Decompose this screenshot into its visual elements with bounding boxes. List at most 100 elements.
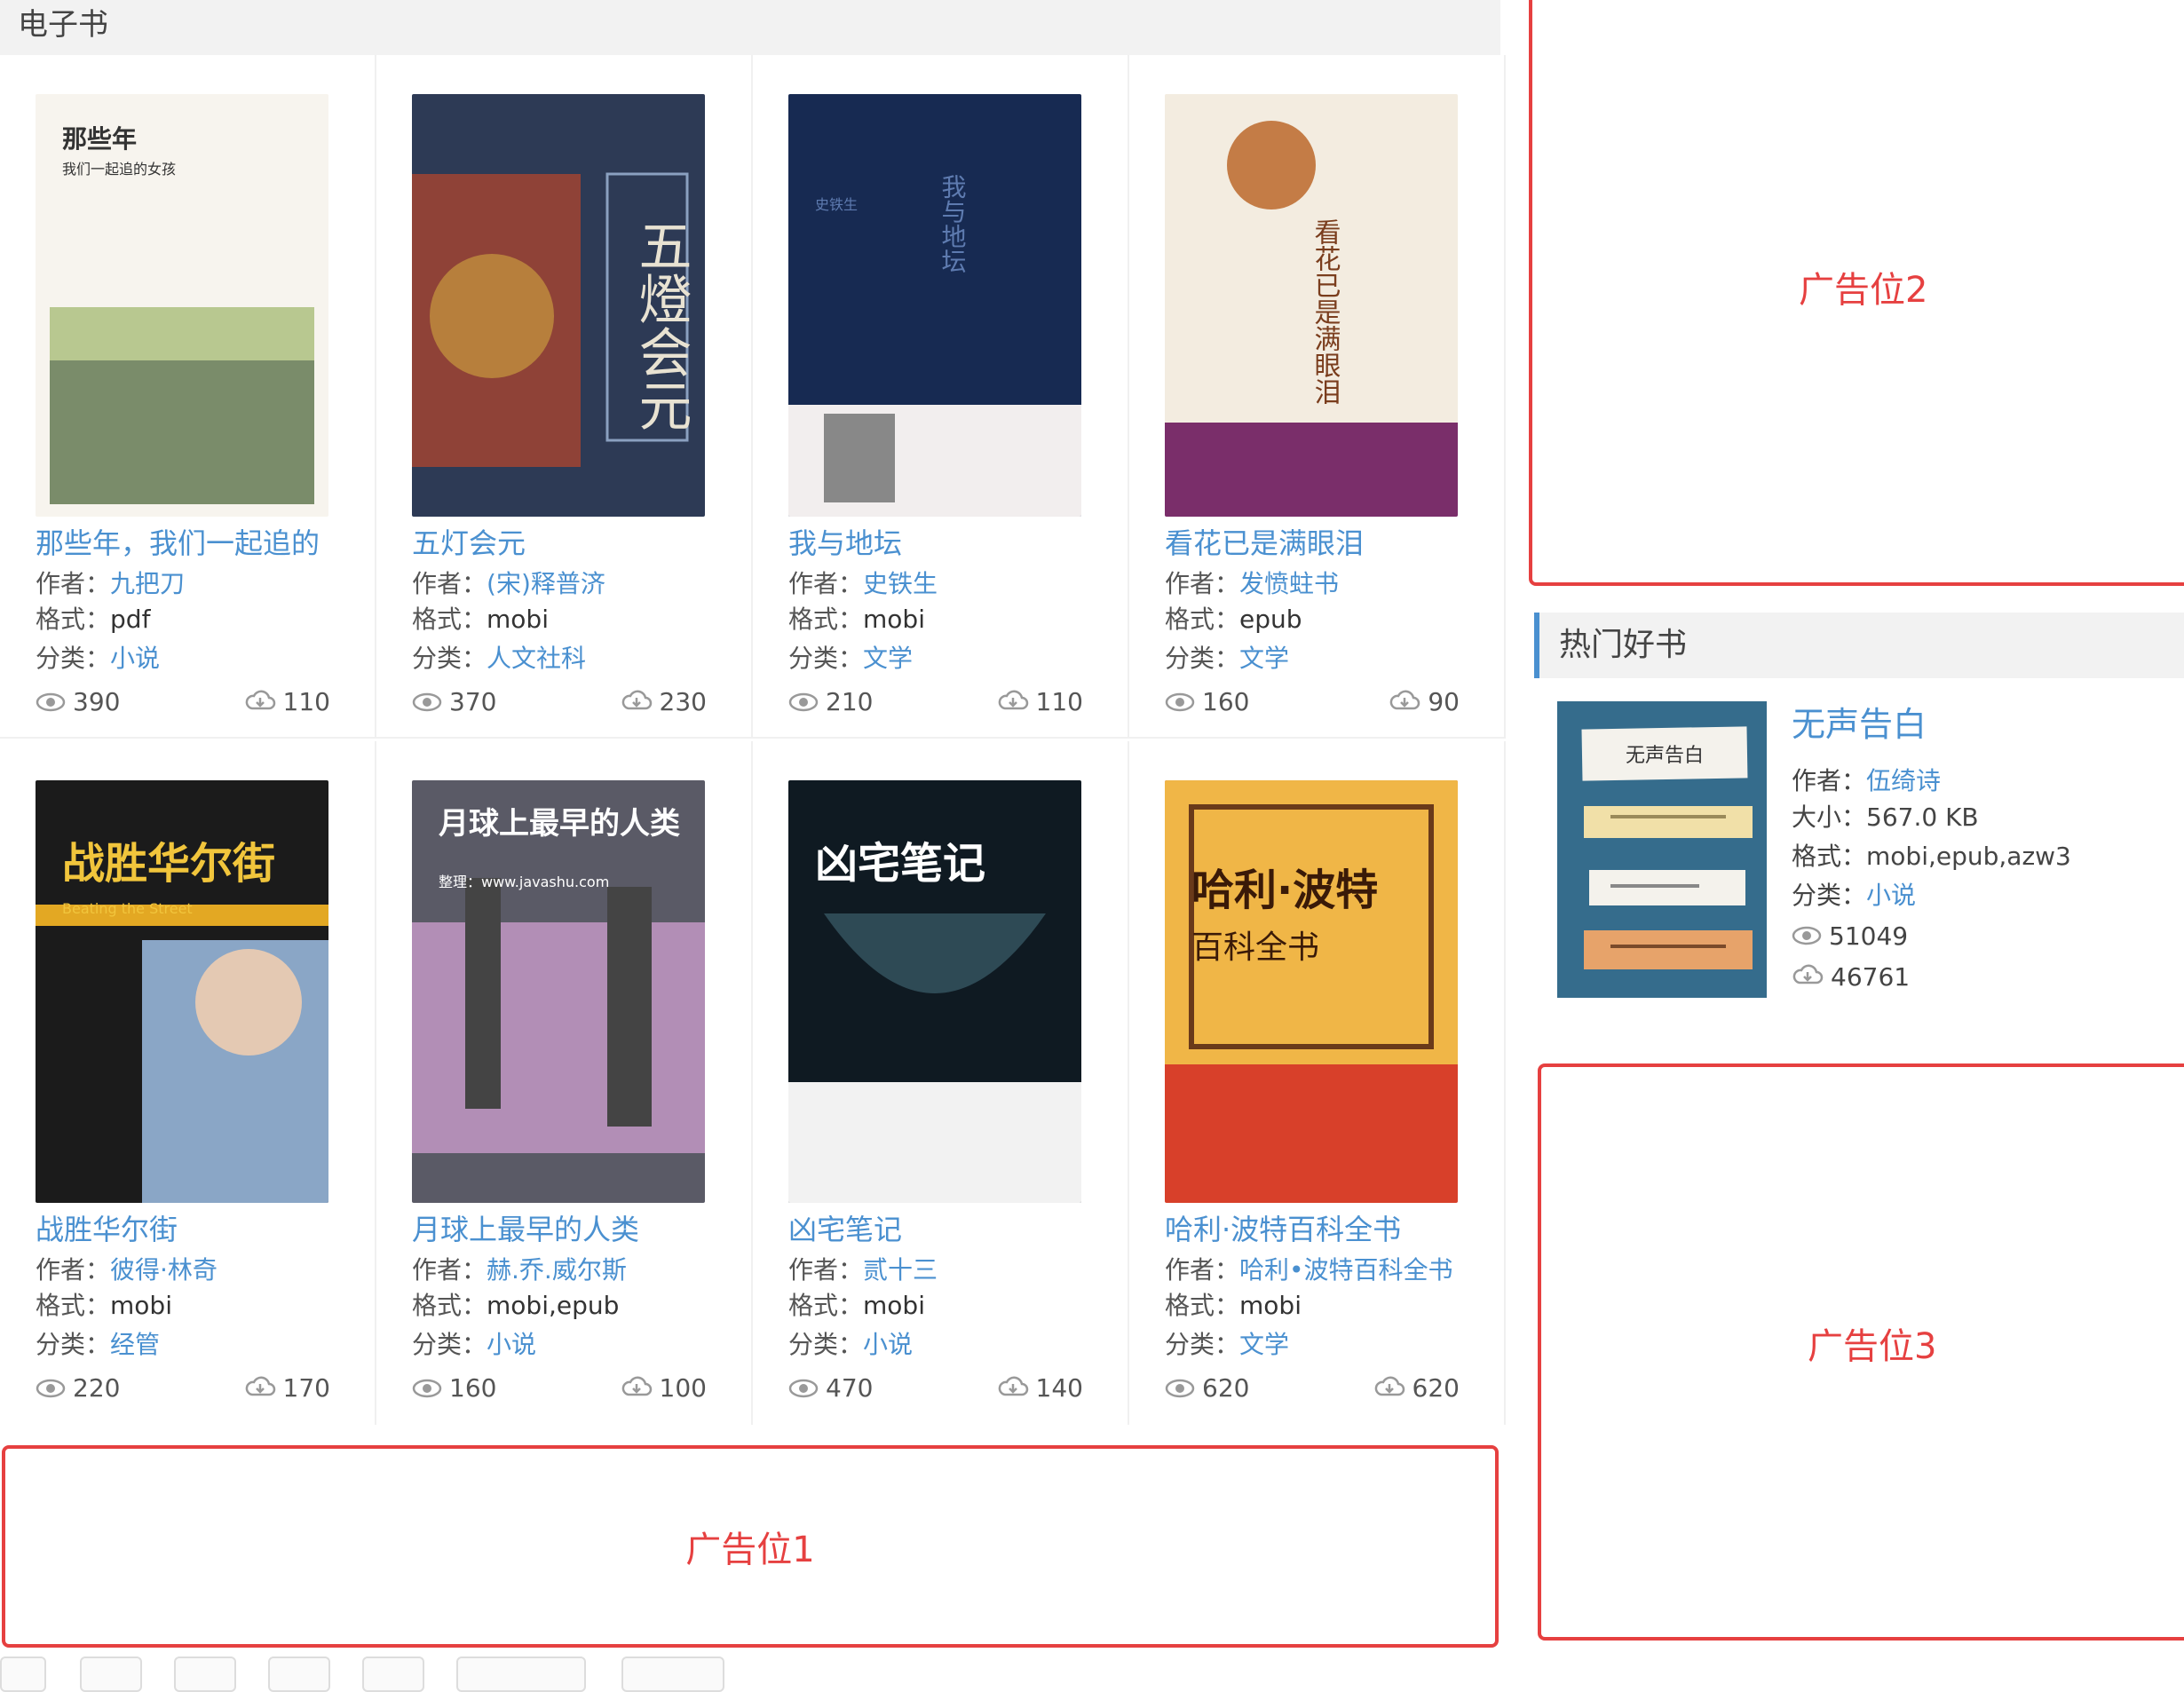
author-link[interactable]: 发愤蛀书 xyxy=(1239,569,1339,598)
downloads-count: 140 xyxy=(997,1373,1083,1404)
cloud-download-icon xyxy=(997,689,1029,718)
views-count: 620 xyxy=(1165,1373,1249,1404)
author-link[interactable]: 哈利•波特百科全书 xyxy=(1239,1255,1453,1285)
book-title[interactable]: 看花已是满眼泪 xyxy=(1165,526,1364,561)
page-button[interactable] xyxy=(0,1656,46,1692)
category-link[interactable]: 文学 xyxy=(1239,1330,1289,1359)
views-count: 220 xyxy=(36,1373,120,1404)
views-value: 370 xyxy=(449,687,497,716)
book-title[interactable]: 战胜华尔街 xyxy=(36,1212,178,1247)
author-link[interactable]: 赫.乔.威尔斯 xyxy=(487,1255,627,1285)
book-author: 作者：彼得·林奇 xyxy=(36,1254,218,1286)
ad-slot-3[interactable]: 广告位3 xyxy=(1538,1063,2184,1641)
book-cover[interactable]: 战胜华尔街 Beating the Street xyxy=(36,780,328,1203)
views-count: 370 xyxy=(412,687,496,718)
author-link[interactable]: (宋)释普济 xyxy=(487,569,605,598)
book-author: 作者：赫.乔.威尔斯 xyxy=(412,1254,627,1286)
hot-books-title: 热门好书 xyxy=(1559,627,1688,663)
author-link[interactable]: 彼得·林奇 xyxy=(110,1255,218,1285)
book-title[interactable]: 我与地坛 xyxy=(788,526,902,561)
hot-book-title[interactable]: 无声告白 xyxy=(1792,703,1927,746)
hot-book-cover[interactable]: 无声告白 xyxy=(1557,701,1767,998)
category-label: 分类： xyxy=(412,1330,487,1359)
hot-views-count: 51049 xyxy=(1829,921,1909,951)
views-value: 470 xyxy=(826,1373,874,1403)
views-count: 160 xyxy=(1165,687,1249,718)
eye-icon xyxy=(1165,689,1195,718)
hot-book-format: 格式：mobi,epub,azw3 xyxy=(1792,841,2071,873)
book-format: 格式：mobi xyxy=(36,1290,172,1322)
book-cover[interactable]: 月球上最早的人类 整理：www.javashu.com xyxy=(412,780,705,1203)
book-card: 看花已是满眼泪 看花已是满眼泪 作者：发愤蛀书 格式：epub 分类：文学 160 90 xyxy=(1129,55,1506,739)
ad-slot-2-label: 广告位2 xyxy=(1799,270,1928,311)
category-link[interactable]: 经管 xyxy=(110,1330,160,1359)
category-link[interactable]: 人文社科 xyxy=(487,644,586,673)
book-cover[interactable]: 那些年 我们一起追的女孩 xyxy=(36,94,328,517)
format-label: 格式： xyxy=(788,1291,864,1320)
downloads-value: 110 xyxy=(1035,687,1083,716)
views-count: 390 xyxy=(36,687,120,718)
category-link[interactable]: 小说 xyxy=(110,644,160,673)
eye-icon xyxy=(36,1375,66,1404)
hot-author-label: 作者： xyxy=(1792,766,1867,795)
ad-slot-2[interactable]: 广告位2 xyxy=(1529,0,2184,586)
author-link[interactable]: 九把刀 xyxy=(110,569,185,598)
author-label: 作者： xyxy=(412,569,487,598)
hot-book-author: 作者：伍绮诗 xyxy=(1792,765,1941,797)
format-value: mobi xyxy=(110,1291,172,1320)
author-link[interactable]: 贰十三 xyxy=(863,1255,938,1285)
book-title[interactable]: 凶宅笔记 xyxy=(788,1212,902,1247)
views-value: 220 xyxy=(73,1373,121,1403)
hot-size-label: 大小： xyxy=(1792,803,1867,832)
cloud-download-icon xyxy=(1373,1375,1405,1404)
category-link[interactable]: 文学 xyxy=(863,644,913,673)
book-cover[interactable]: 看花已是满眼泪 xyxy=(1165,94,1458,517)
book-format: 格式：mobi xyxy=(412,604,549,636)
hot-category-link[interactable]: 小说 xyxy=(1866,881,1916,910)
format-label: 格式： xyxy=(788,605,864,634)
format-value: mobi xyxy=(487,605,549,634)
hot-book-views: 51049 xyxy=(1792,921,1908,953)
book-cover[interactable]: 凶宅笔记 xyxy=(788,780,1081,1203)
page-button[interactable] xyxy=(456,1656,586,1692)
page-button[interactable] xyxy=(621,1656,724,1692)
category-label: 分类： xyxy=(788,644,864,673)
book-card: 我与地坛 史铁生 我与地坛 作者：史铁生 格式：mobi 分类：文学 210 110 xyxy=(753,55,1129,739)
book-stats: 220 170 xyxy=(36,1373,330,1405)
book-cover[interactable]: 哈利·波特 百科全书 xyxy=(1165,780,1458,1203)
book-cover-art: 战胜华尔街 Beating the Street xyxy=(36,780,328,1203)
section-header: 电子书 xyxy=(0,0,1500,55)
book-stats: 390 110 xyxy=(36,687,330,719)
category-label: 分类： xyxy=(412,644,487,673)
category-link[interactable]: 小说 xyxy=(487,1330,536,1359)
format-value: pdf xyxy=(110,605,151,634)
category-link[interactable]: 文学 xyxy=(1239,644,1289,673)
downloads-value: 620 xyxy=(1412,1373,1460,1403)
category-label: 分类： xyxy=(36,1330,111,1359)
ad-slot-1[interactable]: 广告位1 xyxy=(2,1445,1499,1648)
page-button[interactable] xyxy=(362,1656,424,1692)
pagination xyxy=(0,1656,1500,1692)
book-stats: 210 110 xyxy=(788,687,1083,719)
cover-subtitle-text: 整理：www.javashu.com xyxy=(439,874,609,890)
book-title[interactable]: 那些年，我们一起追的 xyxy=(36,526,320,561)
book-author: 作者：哈利•波特百科全书 xyxy=(1165,1254,1453,1286)
author-label: 作者： xyxy=(788,1255,864,1285)
eye-icon xyxy=(1792,921,1822,953)
author-link[interactable]: 史铁生 xyxy=(863,569,938,598)
hot-author-link[interactable]: 伍绮诗 xyxy=(1866,766,1941,795)
page-button[interactable] xyxy=(174,1656,236,1692)
book-cover[interactable]: 我与地坛 史铁生 xyxy=(788,94,1081,517)
book-title[interactable]: 哈利·波特百科全书 xyxy=(1165,1212,1401,1247)
cover-subtitle-text: 百科全书 xyxy=(1191,929,1319,966)
book-cover[interactable]: 五燈会元 xyxy=(412,94,705,517)
book-format: 格式：mobi xyxy=(1165,1290,1302,1322)
book-title[interactable]: 五灯会元 xyxy=(412,526,526,561)
page-button[interactable] xyxy=(268,1656,330,1692)
category-link[interactable]: 小说 xyxy=(863,1330,913,1359)
book-title[interactable]: 月球上最早的人类 xyxy=(412,1212,639,1247)
cover-title-text: 那些年 xyxy=(62,124,137,154)
hot-format-label: 格式： xyxy=(1792,842,1867,871)
book-category: 分类：文学 xyxy=(1165,643,1289,675)
page-button[interactable] xyxy=(80,1656,142,1692)
